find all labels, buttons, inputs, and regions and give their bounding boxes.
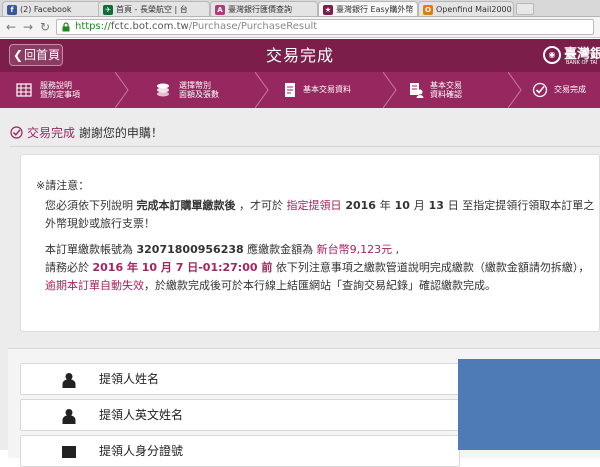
text: ，才可於 <box>235 199 287 212</box>
tab-label: (2) Facebook <box>20 5 72 14</box>
step-label-line1: 交易完成 <box>554 85 586 94</box>
address-bar-row: ← → ↻ https://fctc.bot.com.tw/Purchase/P… <box>0 17 600 38</box>
bank-favicon-icon: A <box>215 5 225 15</box>
step-label-line1: 基本交易資料 <box>303 85 351 94</box>
mail-favicon-icon: O <box>423 5 433 15</box>
payment-account: 32071800956238 <box>136 243 244 256</box>
text: 日 <box>447 199 459 212</box>
field-label: 提領人身分證號 <box>99 444 184 458</box>
divider <box>10 146 600 147</box>
text: 完成本訂購單繳款後 <box>136 199 236 212</box>
step-basic-data: 基本交易資料 <box>270 72 380 108</box>
url-path: /Purchase/PurchaseResult <box>188 21 318 32</box>
text: 本訂單繳款帳號為 <box>45 243 137 256</box>
notice-paragraph-account: 本訂單繳款帳號為 32071800956238 應繳款金額為 新台幣9,123元… <box>45 241 600 259</box>
step-separator-icon <box>255 72 269 108</box>
bank-logo: ◉ 臺灣銀 BANK OF TAI <box>543 44 600 68</box>
step-label-line1: 服務說明 <box>40 81 72 90</box>
text: 請務必於 <box>45 261 93 274</box>
field-label: 提領人姓名 <box>99 372 160 386</box>
url-host: fctc.bot.com.tw <box>110 21 189 32</box>
page-title: 交易完成 <box>265 46 334 65</box>
expiry-warning: 逾期本訂單自動失效 <box>45 279 144 292</box>
tab-label: 首頁 - 長榮航空 | 台 <box>116 5 188 14</box>
home-button-label: 回首頁 <box>24 48 61 62</box>
pickup-month: 10 <box>390 199 414 212</box>
step-label-line1: 選擇幣別 <box>179 81 211 90</box>
browser-tab-evaair[interactable]: ✈ 首頁 - 長榮航空 | 台 <box>98 1 210 16</box>
text: 應繳款金額為 <box>243 243 317 256</box>
coins-icon <box>157 83 169 97</box>
text: 月 <box>413 199 425 212</box>
payment-amount: 新台幣9,123元 <box>316 243 393 256</box>
completion-title: 交易完成 <box>27 126 76 140</box>
evaair-favicon-icon: ✈ <box>103 5 113 15</box>
forward-arrow-icon[interactable]: → <box>20 19 36 35</box>
url-field[interactable]: https://fctc.bot.com.tw/Purchase/Purchas… <box>56 19 594 35</box>
step-separator-icon <box>383 72 397 108</box>
step-label-line2: 暨約定事項 <box>40 90 80 99</box>
home-button[interactable]: ❮ 回首頁 <box>9 44 63 66</box>
payment-deadline: 2016 年 10 月 7 日-01:27:00 前 <box>92 261 273 274</box>
person-icon <box>62 373 76 388</box>
completion-thanks: 謝謝您的申購！ <box>78 126 163 140</box>
site-header: 交易完成 ❮ 回首頁 ◉ 臺灣銀 BANK OF TAI <box>0 39 600 72</box>
url-scheme: https:// <box>75 21 111 32</box>
id-card-icon <box>62 446 76 458</box>
pickup-id-field[interactable]: 提領人身分證號 <box>20 435 460 467</box>
back-arrow-icon[interactable]: ← <box>3 19 19 35</box>
person-doc-icon <box>410 83 424 98</box>
completion-message: 交易完成 謝謝您的申購！ <box>10 124 163 141</box>
step-label-line1: 基本交易 <box>430 81 462 90</box>
text: 您必須依下列說明 <box>45 199 137 212</box>
step-terms: 服務說明 暨約定事項 <box>0 72 115 108</box>
redaction-block <box>458 359 600 450</box>
text: 年 <box>379 199 391 212</box>
tab-label: 臺灣銀行 Easy購外幣 <box>336 5 414 14</box>
reload-icon[interactable]: ↻ <box>37 19 53 35</box>
browser-tab-rates[interactable]: A 臺灣銀行匯價查詢 <box>210 1 318 16</box>
pickup-english-name-field[interactable]: 提領人英文姓名 <box>20 399 460 431</box>
chevron-left-icon: ❮ <box>13 48 24 62</box>
bank-name-en: BANK OF TAI <box>566 60 598 66</box>
progress-steps: 服務說明 暨約定事項 選擇幣別 面額及張數 基本交易資料 基本交易 資料確認 交… <box>0 72 600 108</box>
step-separator-icon <box>115 72 129 108</box>
step-label-line2: 資料確認 <box>430 90 462 99</box>
tab-label: Openfind Mail2000 <box>436 5 512 14</box>
step-currency: 選擇幣別 面額及張數 <box>133 72 248 108</box>
field-label: 提領人英文姓名 <box>99 408 184 422</box>
new-tab-button[interactable] <box>516 3 534 15</box>
step-label-line2: 面額及張數 <box>179 90 219 99</box>
notice-heading: ※請注意： <box>36 179 90 192</box>
person-icon <box>62 409 76 424</box>
step-confirm: 基本交易 資料確認 <box>398 72 508 108</box>
pickup-name-field[interactable]: 提領人姓名 <box>20 363 460 395</box>
step-separator-icon <box>508 72 522 108</box>
tab-label: 臺灣銀行匯價查詢 <box>228 5 292 14</box>
pickup-year: 2016 <box>341 199 380 212</box>
notice-box: ※請注意： 您必須依下列說明 完成本訂購單繳款後 ，才可於 指定提領日 2016… <box>20 154 600 332</box>
text: 依下列注意事項之繳款管道說明完成繳款（繳款金額請勿拆繳）， <box>272 261 590 274</box>
checkmark-icon <box>10 126 23 139</box>
step-done: 交易完成 <box>522 72 600 108</box>
document-icon <box>285 83 295 97</box>
browser-tab-facebook[interactable]: f (2) Facebook <box>2 1 102 16</box>
lock-icon <box>62 22 70 32</box>
text: , <box>392 243 400 256</box>
check-circle-icon <box>532 82 548 98</box>
pickup-date-label: 指定提領日 <box>286 199 342 212</box>
pickup-day: 13 <box>424 199 448 212</box>
notice-paragraph-deadline: 請務必於 2016 年 10 月 7 日-01:27:00 前 依下列注意事項之… <box>45 259 600 295</box>
bank-favicon-icon: ★ <box>323 5 333 15</box>
browser-tab-easybuy[interactable]: ★ 臺灣銀行 Easy購外幣 <box>318 1 418 16</box>
bank-seal-icon: ◉ <box>543 46 561 64</box>
notice-paragraph-pickup: 您必須依下列說明 完成本訂購單繳款後 ，才可於 指定提領日 2016 年 10 … <box>45 197 600 233</box>
browser-tab-bar: f (2) Facebook ✈ 首頁 - 長榮航空 | 台 A 臺灣銀行匯價查… <box>0 0 600 17</box>
facebook-favicon-icon: f <box>7 5 17 15</box>
text: ，於繳款完成後可於本行線上結匯網站「查詢交易紀錄」確認繳款完成。 <box>144 279 496 292</box>
browser-tab-mail[interactable]: O Openfind Mail2000 <box>418 1 514 16</box>
grid-icon <box>16 83 32 97</box>
